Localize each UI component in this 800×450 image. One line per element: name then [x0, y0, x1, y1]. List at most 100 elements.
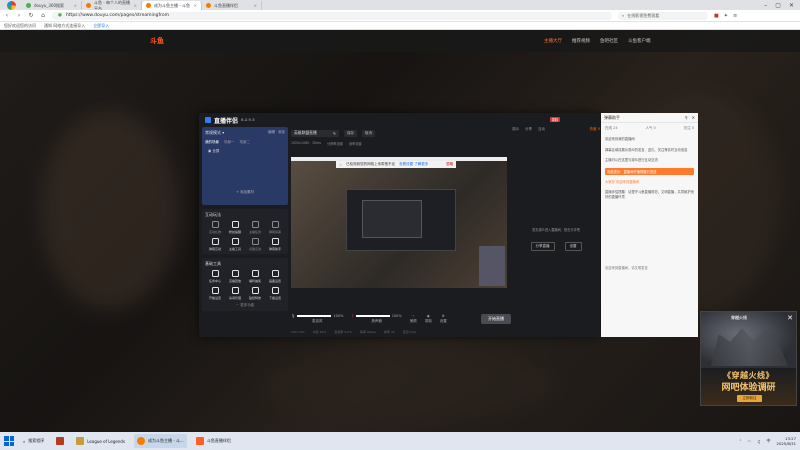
warning-icon: ⚠: [339, 162, 343, 167]
extension-icon[interactable]: ■: [714, 13, 719, 19]
ad-cta-button[interactable]: 立即前往: [737, 395, 762, 402]
microphone-icon[interactable]: 🎙: [291, 314, 295, 318]
popularity-count[interactable]: 人气 0: [645, 126, 655, 131]
pin-icon[interactable]: ⚲: [685, 115, 688, 120]
taskbar-app[interactable]: [53, 434, 67, 448]
share-tab[interactable]: 分享: [525, 127, 532, 132]
url-field[interactable]: ● https://www.douyu.com/pages/streamingf…: [52, 11, 612, 20]
tool-button[interactable]: 点歌互动: [245, 238, 265, 251]
site-nav-item[interactable]: 斗鱼客户端: [628, 38, 651, 44]
windows-start-icon[interactable]: [4, 436, 14, 446]
bookmark-item[interactable]: 通知 网络方式连接导入: [44, 23, 85, 29]
site-nav-item[interactable]: 主播大厅: [544, 38, 562, 44]
tool-button[interactable]: 贴纸特效: [245, 287, 265, 300]
edit-scene-button[interactable]: 编辑: [268, 130, 275, 136]
taskbar-app[interactable]: 成为斗鱼主播 - 斗...: [134, 434, 187, 448]
audience-tab[interactable]: 观众: [512, 127, 519, 132]
site-nav-item[interactable]: 推荐视频: [572, 38, 590, 44]
beauty-button[interactable]: ✧ 美颜: [410, 314, 417, 324]
site-logo[interactable]: 斗鱼: [150, 36, 164, 46]
puzzle-icon[interactable]: ✦: [724, 13, 728, 19]
share-stream-button[interactable]: 分享直播: [530, 242, 555, 251]
speaker-volume-slider[interactable]: [355, 315, 390, 317]
tool-button[interactable]: 画面设置: [265, 270, 285, 283]
notice-link[interactable]: 查看设置 了解更多: [399, 162, 428, 167]
browser-tab-bar: douyu_360搜索 × 斗鱼 - 每个人的直播平台 × 成为斗鱼主播 - 斗鱼 ×…: [0, 0, 800, 11]
tool-button[interactable]: 主播工具: [225, 238, 245, 251]
save-button[interactable]: 保存: [344, 129, 357, 137]
tool-button[interactable]: 弹幕互动: [205, 238, 225, 251]
search-input[interactable]: ⌕ 在线影视免费观看: [618, 11, 708, 20]
settings-button[interactable]: ⚙ 设置: [440, 314, 447, 324]
close-window-icon[interactable]: ✕: [789, 2, 794, 9]
menu-icon[interactable]: ≡: [733, 13, 737, 19]
ime-icon[interactable]: 中: [767, 438, 771, 444]
rec-badge[interactable]: 录制: [549, 117, 560, 122]
tool-button[interactable]: 房间管理: [225, 287, 245, 300]
tool-button[interactable]: 主播任务: [245, 221, 265, 234]
tool-button[interactable]: 弹幕投票: [265, 221, 285, 234]
tool-button[interactable]: 福利抽奖: [245, 270, 265, 283]
record-button[interactable]: ◉ 录制: [425, 314, 432, 324]
scene-source-item[interactable]: ▣ 全屏: [205, 149, 285, 154]
maximize-icon[interactable]: ▢: [775, 2, 781, 9]
close-icon[interactable]: ✕: [787, 314, 793, 322]
reload-icon[interactable]: ↻: [28, 12, 34, 19]
fps-link[interactable]: 帧率设置: [349, 141, 362, 146]
tray-up-icon[interactable]: ˄: [739, 439, 741, 444]
scene-tab[interactable]: 我的场景: [205, 140, 219, 145]
taskbar-search[interactable]: ⌕ 搜索程序: [20, 434, 47, 448]
add-scene-button[interactable]: 添加: [278, 130, 285, 136]
forward-icon[interactable]: ›: [16, 12, 22, 19]
close-icon[interactable]: ×: [194, 3, 197, 8]
tool-button[interactable]: 弹幕助手: [265, 238, 285, 251]
network-icon[interactable]: ◠: [747, 439, 751, 444]
tool-button[interactable]: 直播回放: [225, 270, 245, 283]
stream-preview[interactable]: ⚠ 已检测到您的网络上传带宽不足 查看设置 了解更多 忽略: [291, 157, 507, 288]
close-icon[interactable]: ×: [254, 3, 257, 8]
game-ad[interactable]: 穿越火线 ✕ 《穿越火线》 网吧体验调研 立即前往: [700, 311, 797, 406]
go-live-button[interactable]: 开始直播: [481, 314, 511, 324]
mic-volume-slider[interactable]: [297, 315, 332, 317]
follow-count[interactable]: 关注 0: [684, 126, 694, 131]
cancel-button[interactable]: 取消: [362, 129, 375, 137]
browser-tab[interactable]: 斗鱼 - 每个人的直播平台 ×: [82, 0, 142, 11]
clock[interactable]: 13:27 2025/8/31: [777, 436, 796, 446]
browser-tab[interactable]: 斗鱼直播伴侣 ×: [202, 1, 262, 10]
stream-title-input[interactable]: 英雄联盟直播 ✎: [291, 129, 339, 137]
close-icon[interactable]: ×: [74, 3, 77, 8]
tool-button[interactable]: 下播设置: [265, 287, 285, 300]
add-source-button[interactable]: + 添加素材: [205, 190, 285, 195]
close-icon[interactable]: ×: [134, 3, 137, 8]
audience-settings-button[interactable]: 设置: [564, 242, 582, 251]
resolution-link[interactable]: 分辨率设置: [327, 141, 343, 146]
online-count[interactable]: 在线 24: [605, 126, 618, 131]
taskbar-app[interactable]: League of Legends: [73, 434, 128, 448]
back-icon[interactable]: ‹: [4, 12, 10, 19]
taskbar-app[interactable]: 斗鱼直播伴侣: [193, 434, 234, 448]
tool-button[interactable]: 任务中心: [205, 270, 225, 283]
close-icon[interactable]: ✕: [692, 115, 695, 120]
scene-tab[interactable]: 场景一: [224, 140, 235, 145]
scene-tab[interactable]: 场景二: [240, 140, 251, 145]
browser-logo-icon[interactable]: [0, 0, 22, 10]
bookmark-item[interactable]: 您好欢迎您的访问: [4, 23, 36, 29]
tool-button[interactable]: 互动礼物: [205, 221, 225, 234]
chat-message: 主播可以在这里与观众进行互动交流: [605, 158, 658, 162]
interact-tab[interactable]: 互动: [538, 127, 545, 132]
dismiss-button[interactable]: 忽略: [446, 162, 453, 167]
tool-button[interactable]: 粉丝提醒: [225, 221, 245, 234]
minimize-icon[interactable]: –: [764, 2, 767, 9]
more-functions-button[interactable]: ··· 更多功能: [205, 303, 285, 308]
scene-mode-dropdown[interactable]: 常规模式 ▾: [205, 130, 224, 136]
gear-icon: ⚙: [441, 314, 445, 318]
home-icon[interactable]: ⌂: [40, 12, 46, 19]
import-link[interactable]: 立即导入: [93, 23, 109, 29]
browser-tab[interactable]: douyu_360搜索 ×: [22, 1, 82, 10]
browser-tab-active[interactable]: 成为斗鱼主播 - 斗鱼 ×: [142, 1, 202, 10]
volume-icon[interactable]: ♫: [757, 439, 761, 444]
chat-title: 弹幕助手: [604, 114, 620, 120]
speaker-icon[interactable]: ♪: [351, 314, 353, 318]
tool-button[interactable]: 开播设置: [205, 287, 225, 300]
site-nav-item[interactable]: 鱼吧社区: [600, 38, 618, 44]
